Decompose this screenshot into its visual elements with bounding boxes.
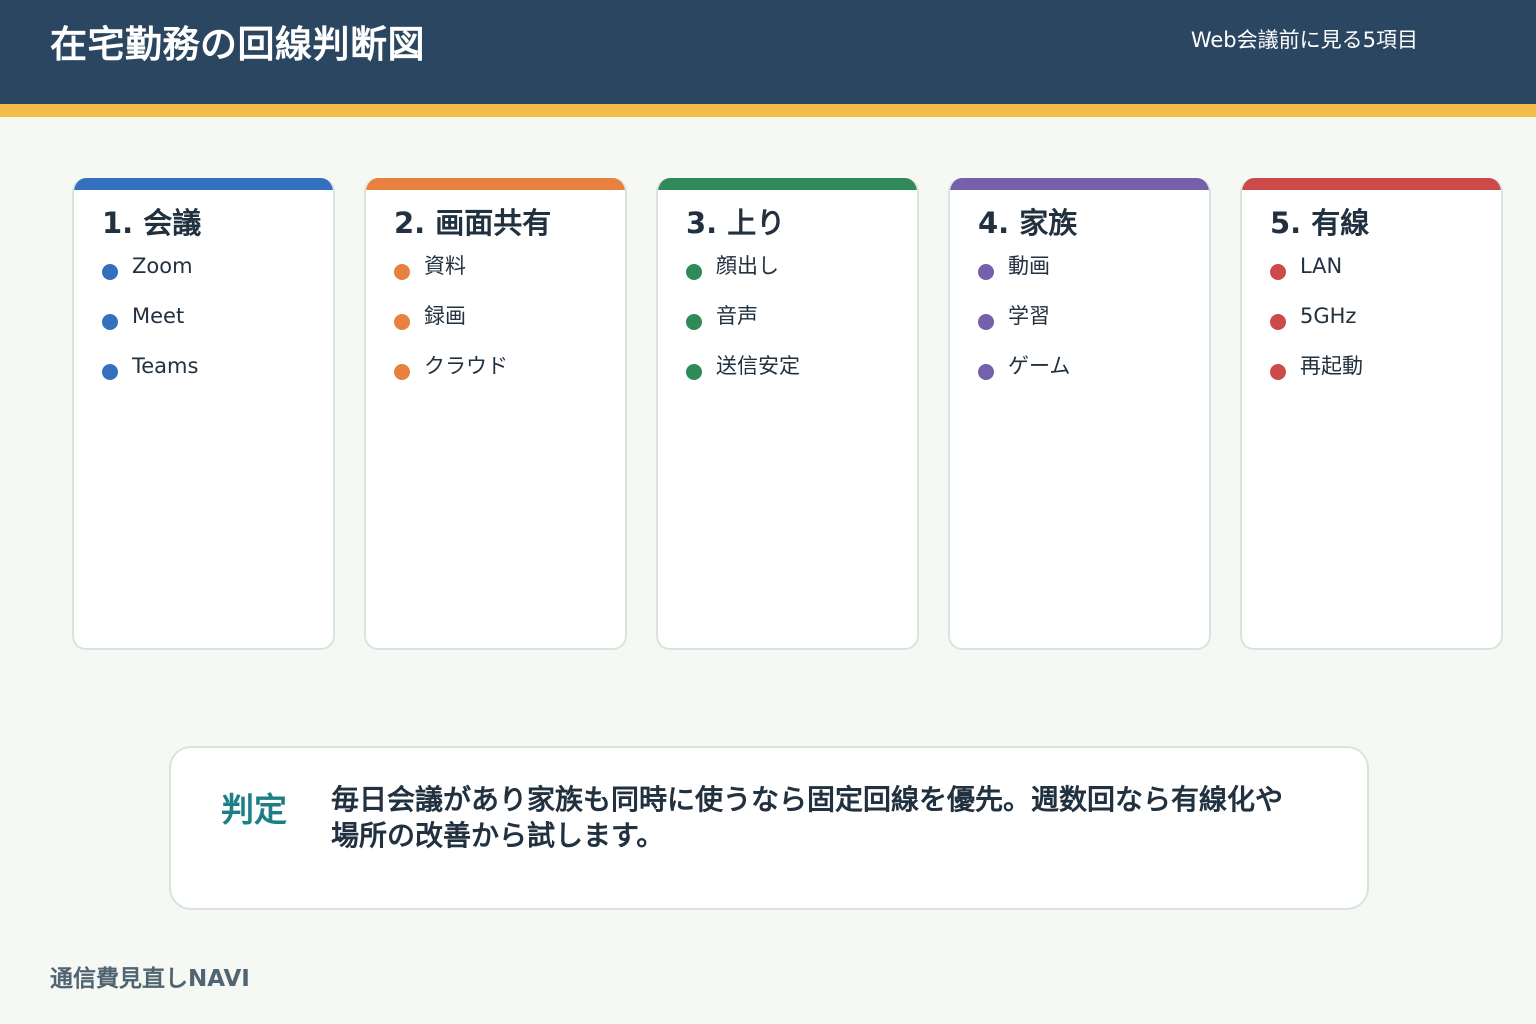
list-item: LAN [1270,254,1363,304]
card-heading: 2. 画面共有 [394,206,552,240]
list-item-label: 動画 [1008,254,1050,278]
bullet-dot-icon [978,314,994,330]
list-item: Zoom [102,254,198,304]
card-heading: 4. 家族 [978,206,1078,240]
card-color-bar [74,178,333,190]
card-color-bar [1242,178,1501,190]
card-list: 動画 学習 ゲーム [978,254,1070,404]
footer-brand: 通信費見直しNAVI [50,966,250,992]
list-item: Teams [102,354,198,404]
page-title: 在宅勤務の回線判断図 [50,23,425,66]
list-item-label: 音声 [716,304,758,328]
bullet-dot-icon [686,364,702,380]
page: 在宅勤務の回線判断図 Web会議前に見る5項目 1. 会議 Zoom Meet … [0,0,1536,1024]
header-accent-stripe [0,104,1536,117]
header-subtitle: Web会議前に見る5項目 [1190,28,1418,52]
list-item-label: 学習 [1008,304,1050,328]
list-item-label: 5GHz [1300,304,1357,328]
list-item: 動画 [978,254,1070,304]
verdict-text: 毎日会議があり家族も同時に使うなら固定回線を優先。週数回なら有線化や場所の改善か… [331,783,1284,853]
list-item: 学習 [978,304,1070,354]
bullet-dot-icon [1270,264,1286,280]
card-wired: 5. 有線 LAN 5GHz 再起動 [1240,178,1503,650]
card-color-bar [658,178,917,190]
list-item-label: 録画 [424,304,466,328]
list-item-label: Teams [132,354,199,378]
verdict-label: 判定 [221,790,287,829]
list-item-label: 資料 [424,254,466,278]
bullet-dot-icon [686,314,702,330]
bullet-dot-icon [394,314,410,330]
list-item-label: 送信安定 [716,354,800,378]
bullet-dot-icon [978,264,994,280]
card-list: Zoom Meet Teams [102,254,198,404]
bullet-dot-icon [978,364,994,380]
verdict-box: 判定 毎日会議があり家族も同時に使うなら固定回線を優先。週数回なら有線化や場所の… [169,746,1369,910]
list-item-label: LAN [1300,254,1343,278]
list-item: クラウド [394,354,508,404]
card-heading: 1. 会議 [102,206,202,240]
list-item: 再起動 [1270,354,1363,404]
list-item-label: Zoom [132,254,193,278]
list-item: 音声 [686,304,800,354]
card-heading: 5. 有線 [1270,206,1370,240]
list-item: 資料 [394,254,508,304]
header-bar: 在宅勤務の回線判断図 Web会議前に見る5項目 [0,0,1536,104]
bullet-dot-icon [102,364,118,380]
list-item-label: Meet [132,304,185,328]
bullet-dot-icon [394,264,410,280]
list-item: 録画 [394,304,508,354]
card-list: 顔出し 音声 送信安定 [686,254,800,404]
bullet-dot-icon [1270,314,1286,330]
bullet-dot-icon [1270,364,1286,380]
list-item: Meet [102,304,198,354]
card-list: 資料 録画 クラウド [394,254,508,404]
list-item: 送信安定 [686,354,800,404]
card-list: LAN 5GHz 再起動 [1270,254,1363,404]
list-item-label: ゲーム [1008,354,1071,378]
bullet-dot-icon [102,264,118,280]
card-family: 4. 家族 動画 学習 ゲーム [948,178,1211,650]
list-item: ゲーム [978,354,1070,404]
card-screen-share: 2. 画面共有 資料 録画 クラウド [364,178,627,650]
bullet-dot-icon [102,314,118,330]
list-item: 5GHz [1270,304,1363,354]
list-item-label: クラウド [424,354,508,378]
card-color-bar [950,178,1209,190]
list-item: 顔出し [686,254,800,304]
card-upload: 3. 上り 顔出し 音声 送信安定 [656,178,919,650]
bullet-dot-icon [686,264,702,280]
card-meeting: 1. 会議 Zoom Meet Teams [72,178,335,650]
card-color-bar [366,178,625,190]
list-item-label: 顔出し [716,254,779,278]
list-item-label: 再起動 [1300,354,1363,378]
bullet-dot-icon [394,364,410,380]
card-heading: 3. 上り [686,206,786,240]
